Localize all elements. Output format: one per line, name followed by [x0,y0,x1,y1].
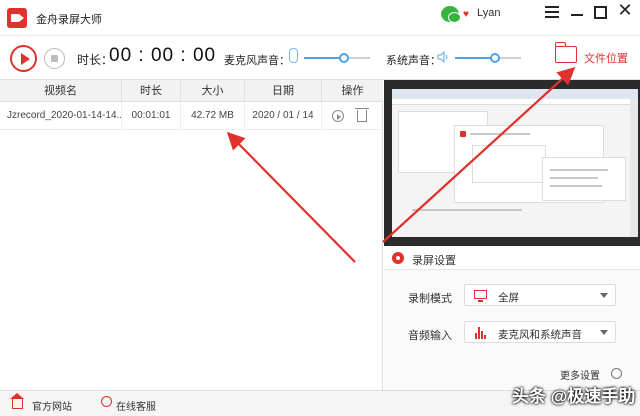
toolbar: 时长： 00 : 00 : 00 麦克风声音： 系统声音： 文件位置 [0,36,640,80]
cell-duration: 00:01:01 [122,102,181,130]
audio-input-select[interactable]: 麦克风和系统声音 [464,321,616,343]
column-header-name[interactable]: 视频名 [0,80,122,102]
more-settings-link[interactable]: 更多设置 [560,367,600,382]
recording-settings-panel: 录屏设置 录制模式 全屏 音频输入 麦克风和系统声音 更多设置 [384,246,640,390]
online-service-link[interactable]: 在线客服 [116,398,156,413]
cell-date: 2020 / 01 / 14 [245,102,322,130]
chevron-down-icon [600,293,608,298]
table-row[interactable]: Jzrecord_2020-01-14-14... 00:01:01 42.72… [0,102,383,130]
microphone-icon[interactable] [289,48,298,63]
recordings-table: 视频名 时长 大小 日期 操作 Jzrecord_2020-01-14-14..… [0,80,383,390]
record-button[interactable] [10,45,37,72]
system-volume-knob[interactable] [490,53,500,63]
folder-icon [555,42,577,63]
column-header-actions: 操作 [341,85,364,97]
headset-icon[interactable] [101,396,112,407]
menu-icon[interactable] [545,6,559,18]
column-header-date[interactable]: 日期 [245,80,322,102]
stop-button[interactable] [44,48,65,69]
record-mode-label: 录制模式 [408,293,452,305]
system-volume-slider[interactable] [455,53,521,63]
monitor-icon [474,290,487,302]
user-name[interactable]: Lyan [477,7,500,19]
duration-value: 00 : 00 : 00 [109,45,217,66]
vip-diamond-icon[interactable]: ♥ [463,9,469,20]
mic-volume-slider[interactable] [304,53,370,63]
close-icon[interactable]: ✕ [617,1,633,19]
audio-input-value: 麦克风和系统声音 [498,329,582,341]
settings-title: 录屏设置 [412,255,456,267]
record-mode-select[interactable]: 全屏 [464,284,616,306]
more-settings-icon[interactable] [611,368,622,379]
speaker-icon[interactable] [437,51,449,63]
watermark-text: 头条 @极速手助 [512,387,636,406]
mic-volume-knob[interactable] [339,53,349,63]
system-volume-fill [455,57,495,59]
column-header-size[interactable]: 大小 [181,80,245,102]
record-mode-value: 全屏 [498,292,519,304]
home-icon[interactable] [10,393,24,409]
audio-input-label: 音频输入 [408,330,452,342]
gear-icon [392,252,404,264]
mic-volume-label: 麦克风声音： [224,55,290,67]
audio-wave-icon [475,327,487,339]
system-volume-label: 系统声音： [386,55,441,67]
wechat-icon[interactable] [441,6,461,23]
cell-size: 42.72 MB [181,102,245,130]
cell-name: Jzrecord_2020-01-14-14... [0,102,122,130]
app-window: 金舟录屏大师 ♥ Lyan ✕ 时长： 00 : 00 : 00 麦克风声音： … [0,0,640,416]
chevron-down-icon [600,330,608,335]
column-header-duration[interactable]: 时长 [122,80,181,102]
minimize-icon[interactable] [571,6,583,16]
official-site-link[interactable]: 官方网站 [32,398,72,413]
settings-header: 录屏设置 [384,246,640,270]
file-location-button[interactable]: 文件位置 [555,42,637,73]
app-logo-icon [7,8,27,28]
duration-label: 时长： [77,53,114,67]
app-title: 金舟录屏大师 [36,14,102,26]
screen-preview [384,80,640,246]
trash-icon[interactable] [355,108,369,122]
play-icon[interactable] [332,110,344,122]
preview-screenshot [392,89,638,237]
file-location-label: 文件位置 [584,53,628,65]
title-bar: 金舟录屏大师 ♥ Lyan ✕ [0,0,640,36]
mic-volume-fill [304,57,344,59]
maximize-icon[interactable] [594,6,607,19]
table-header: 视频名 时长 大小 日期 操作 [0,80,383,102]
